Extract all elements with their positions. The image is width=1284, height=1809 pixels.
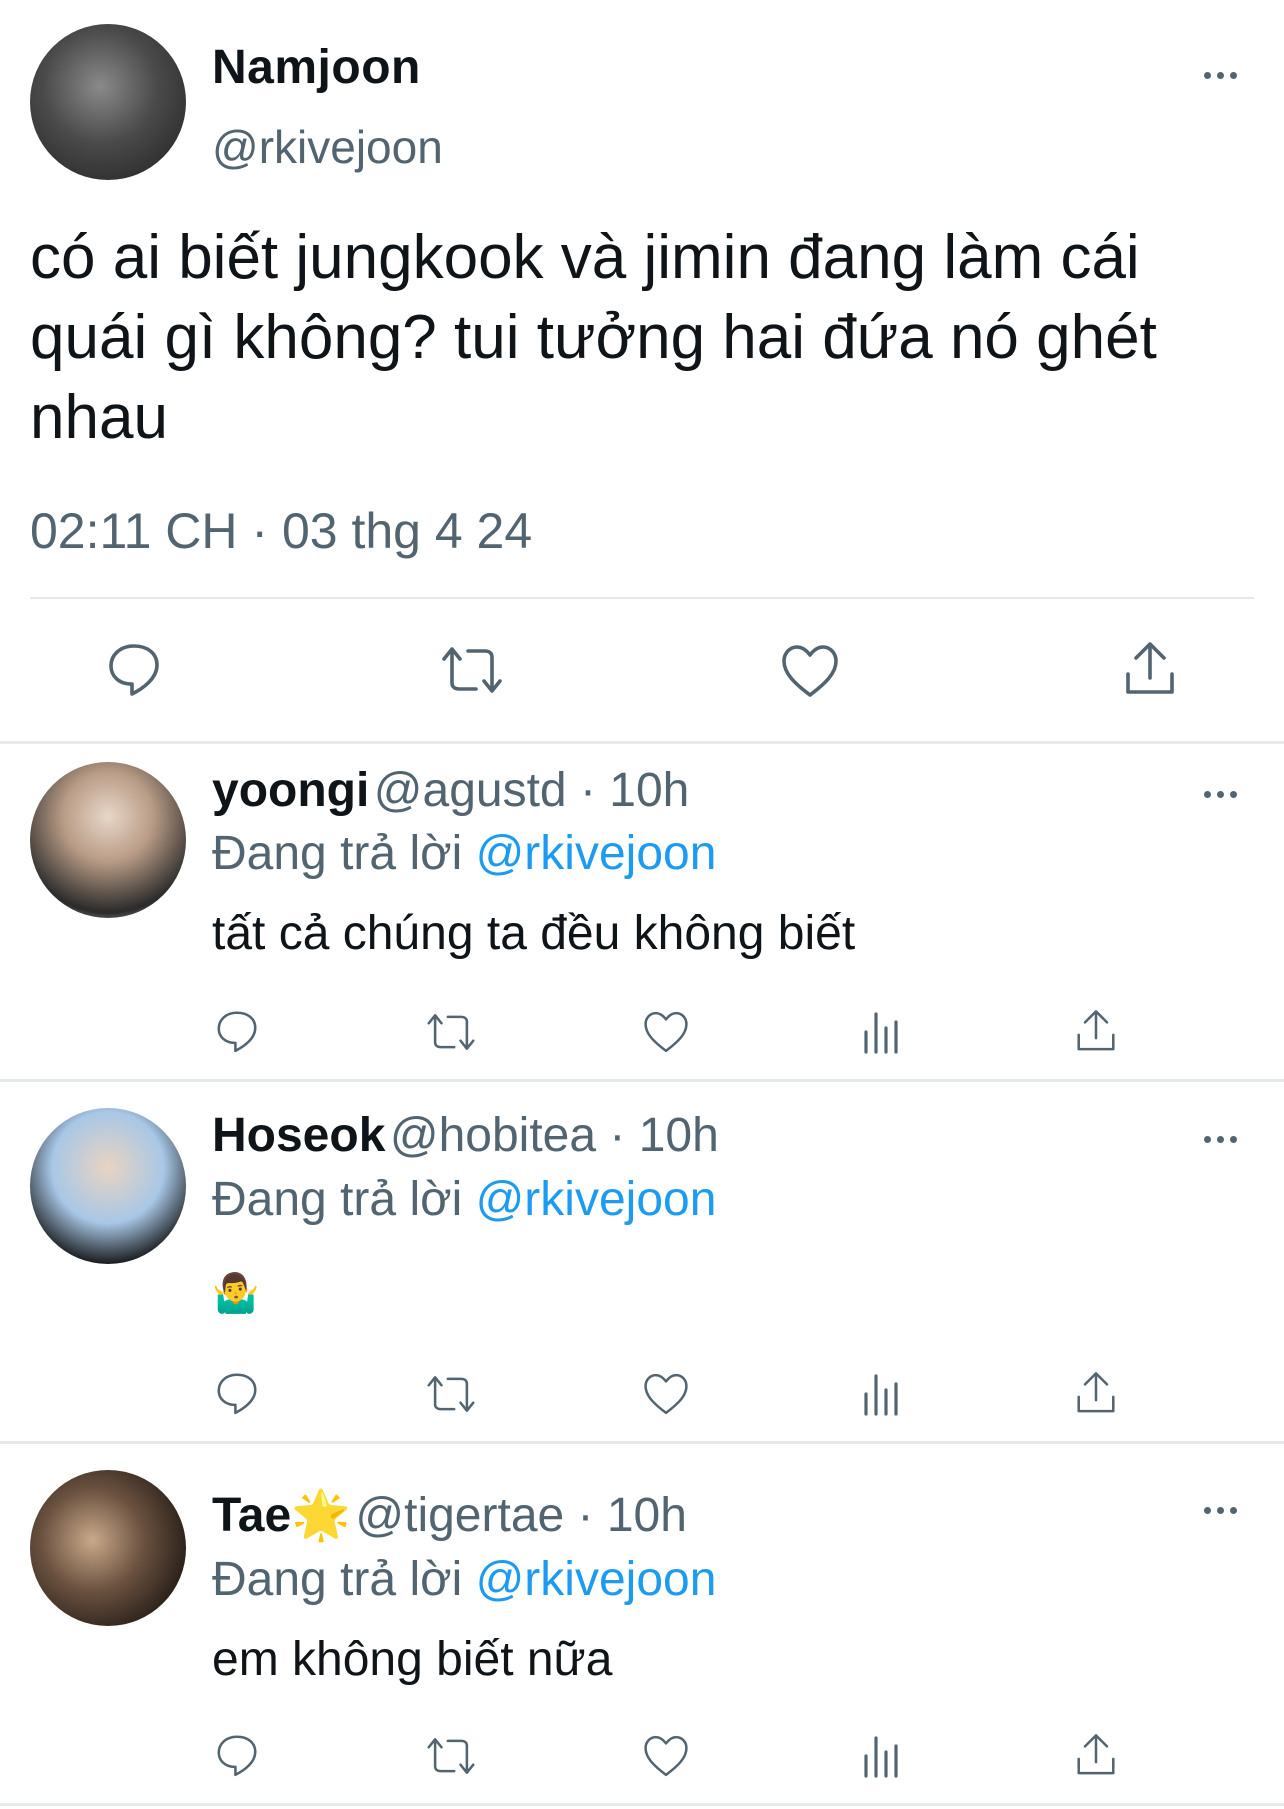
reply-header: yoongi @agustd · 10h [212,763,689,818]
like-icon[interactable] [642,1010,690,1054]
reply-author-name[interactable]: Tae🌟 [212,1489,351,1542]
separator [0,1803,1284,1806]
like-icon[interactable] [642,1734,690,1778]
avatar-tae[interactable] [30,1470,186,1626]
more-options-icon[interactable] [1204,72,1237,79]
more-options-icon[interactable] [1204,1136,1237,1143]
retweet-icon[interactable] [424,1010,478,1054]
reply-meta: @hobitea · 10h [389,1109,719,1162]
separator [0,1079,1284,1082]
replying-label: Đang trả lời [212,827,476,880]
separator [0,741,1284,744]
retweet-icon[interactable] [424,1734,478,1778]
avatar-namjoon[interactable] [30,24,186,180]
reply-icon[interactable] [214,1732,260,1778]
avatar-hoseok[interactable] [30,1108,186,1264]
views-icon[interactable] [862,1734,902,1778]
reply-text: 🤷‍♂️ [212,1273,260,1315]
share-icon[interactable] [1074,1370,1118,1416]
reply-icon[interactable] [105,640,163,698]
replying-to: Đang trả lời @rkivejoon [212,1552,716,1607]
reply-author-name[interactable]: Hoseok [212,1109,385,1162]
tweet-text: có ai biết jungkook và jimin đang làm cá… [30,223,1157,452]
mention-link[interactable]: @rkivejoon [476,1173,717,1226]
reply-meta: @tigertae · 10h [355,1489,687,1542]
reply-header: Tae🌟 @tigertae · 10h [212,1486,687,1543]
divider [30,597,1254,599]
reply-header: Hoseok @hobitea · 10h [212,1108,719,1163]
like-icon[interactable] [780,643,840,699]
reply-icon[interactable] [214,1008,260,1054]
mention-link[interactable]: @rkivejoon [476,1553,717,1606]
more-options-icon[interactable] [1204,791,1237,798]
avatar-yoongi[interactable] [30,762,186,918]
replying-label: Đang trả lời [212,1173,476,1226]
reply-text: tất cả chúng ta đều không biết [212,907,856,960]
mention-link[interactable]: @rkivejoon [476,827,717,880]
views-icon[interactable] [862,1010,902,1054]
like-icon[interactable] [642,1372,690,1416]
replying-label: Đang trả lời [212,1553,476,1606]
replying-to: Đang trả lời @rkivejoon [212,1172,716,1227]
reply-meta: @agustd · 10h [373,764,690,817]
share-icon[interactable] [1074,1008,1118,1054]
more-options-icon[interactable] [1204,1507,1237,1514]
share-icon[interactable] [1122,640,1178,698]
reply-author-name[interactable]: yoongi [212,764,369,817]
retweet-icon[interactable] [424,1372,478,1416]
retweet-icon[interactable] [438,643,506,697]
reply-icon[interactable] [214,1370,260,1416]
separator [0,1441,1284,1444]
views-icon[interactable] [862,1372,902,1416]
tweet-timestamp[interactable]: 02:11 CH · 03 thg 4 24 [30,502,532,560]
author-handle[interactable]: @rkivejoon [212,120,443,174]
reply-text: em không biết nữa [212,1633,613,1686]
share-icon[interactable] [1074,1732,1118,1778]
author-name[interactable]: Namjoon [212,40,421,95]
replying-to: Đang trả lời @rkivejoon [212,826,716,881]
